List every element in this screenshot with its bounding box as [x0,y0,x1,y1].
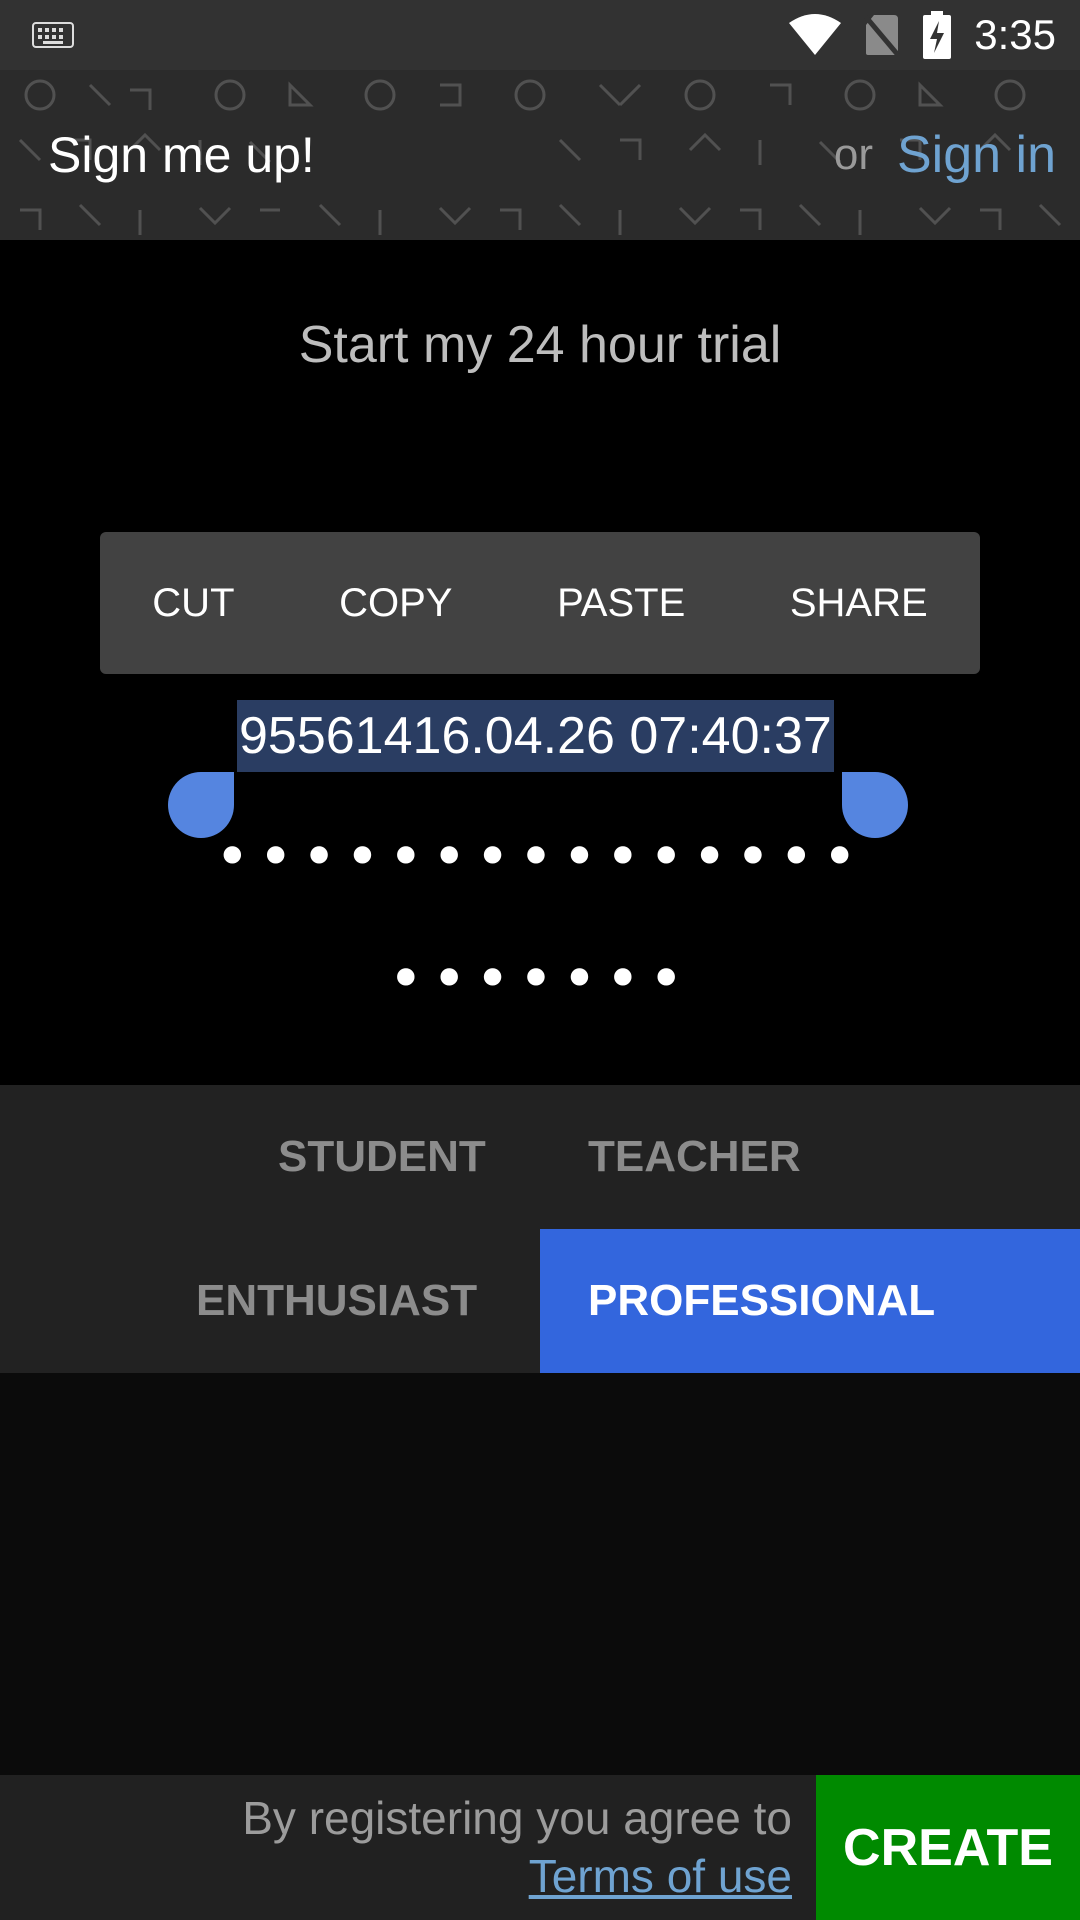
share-button[interactable]: SHARE [770,581,948,626]
copy-button[interactable]: COPY [319,581,472,626]
or-text: or [833,130,873,179]
text-selection-menu: CUT COPY PASTE SHARE [100,532,980,674]
signup-header: Sign me up! or Sign in [0,70,1080,240]
password-confirm-input[interactable]: ••••••• [0,944,1080,1014]
status-bar: 3:35 [0,0,1080,70]
sign-in-link[interactable]: Sign in [897,125,1056,185]
username-input[interactable]: 95561416.04.26 07:40:37 [237,700,834,772]
role-teacher-option[interactable]: TEACHER [588,1085,801,1229]
no-sim-icon [864,15,901,57]
role-selector: STUDENT TEACHER ENTHUSIAST PROFESSIONAL [0,1085,1080,1373]
password-input[interactable]: ••••••••••••••• [0,822,1080,892]
page-title: Sign me up! [48,127,315,183]
role-student-option[interactable]: STUDENT [278,1085,486,1229]
battery-charging-icon [923,11,952,59]
role-enthusiast-option[interactable]: ENTHUSIAST [196,1229,477,1373]
trial-text: Start my 24 hour trial [298,316,782,374]
create-button[interactable]: CREATE [816,1775,1080,1920]
footer-bar: By registering you agree to Terms of use… [0,1775,1080,1920]
wifi-icon [789,14,842,55]
role-professional-option[interactable]: PROFESSIONAL [540,1229,1080,1373]
agreement-text: By registering you agree to Terms of use [242,1789,792,1905]
paste-button[interactable]: PASTE [537,581,705,626]
agreement-label: By registering you agree to [242,1792,792,1844]
keyboard-icon [32,22,74,48]
empty-area [0,1373,1080,1775]
terms-of-use-link[interactable]: Terms of use [242,1847,792,1905]
cut-button[interactable]: CUT [132,581,254,626]
status-time: 3:35 [974,11,1056,58]
